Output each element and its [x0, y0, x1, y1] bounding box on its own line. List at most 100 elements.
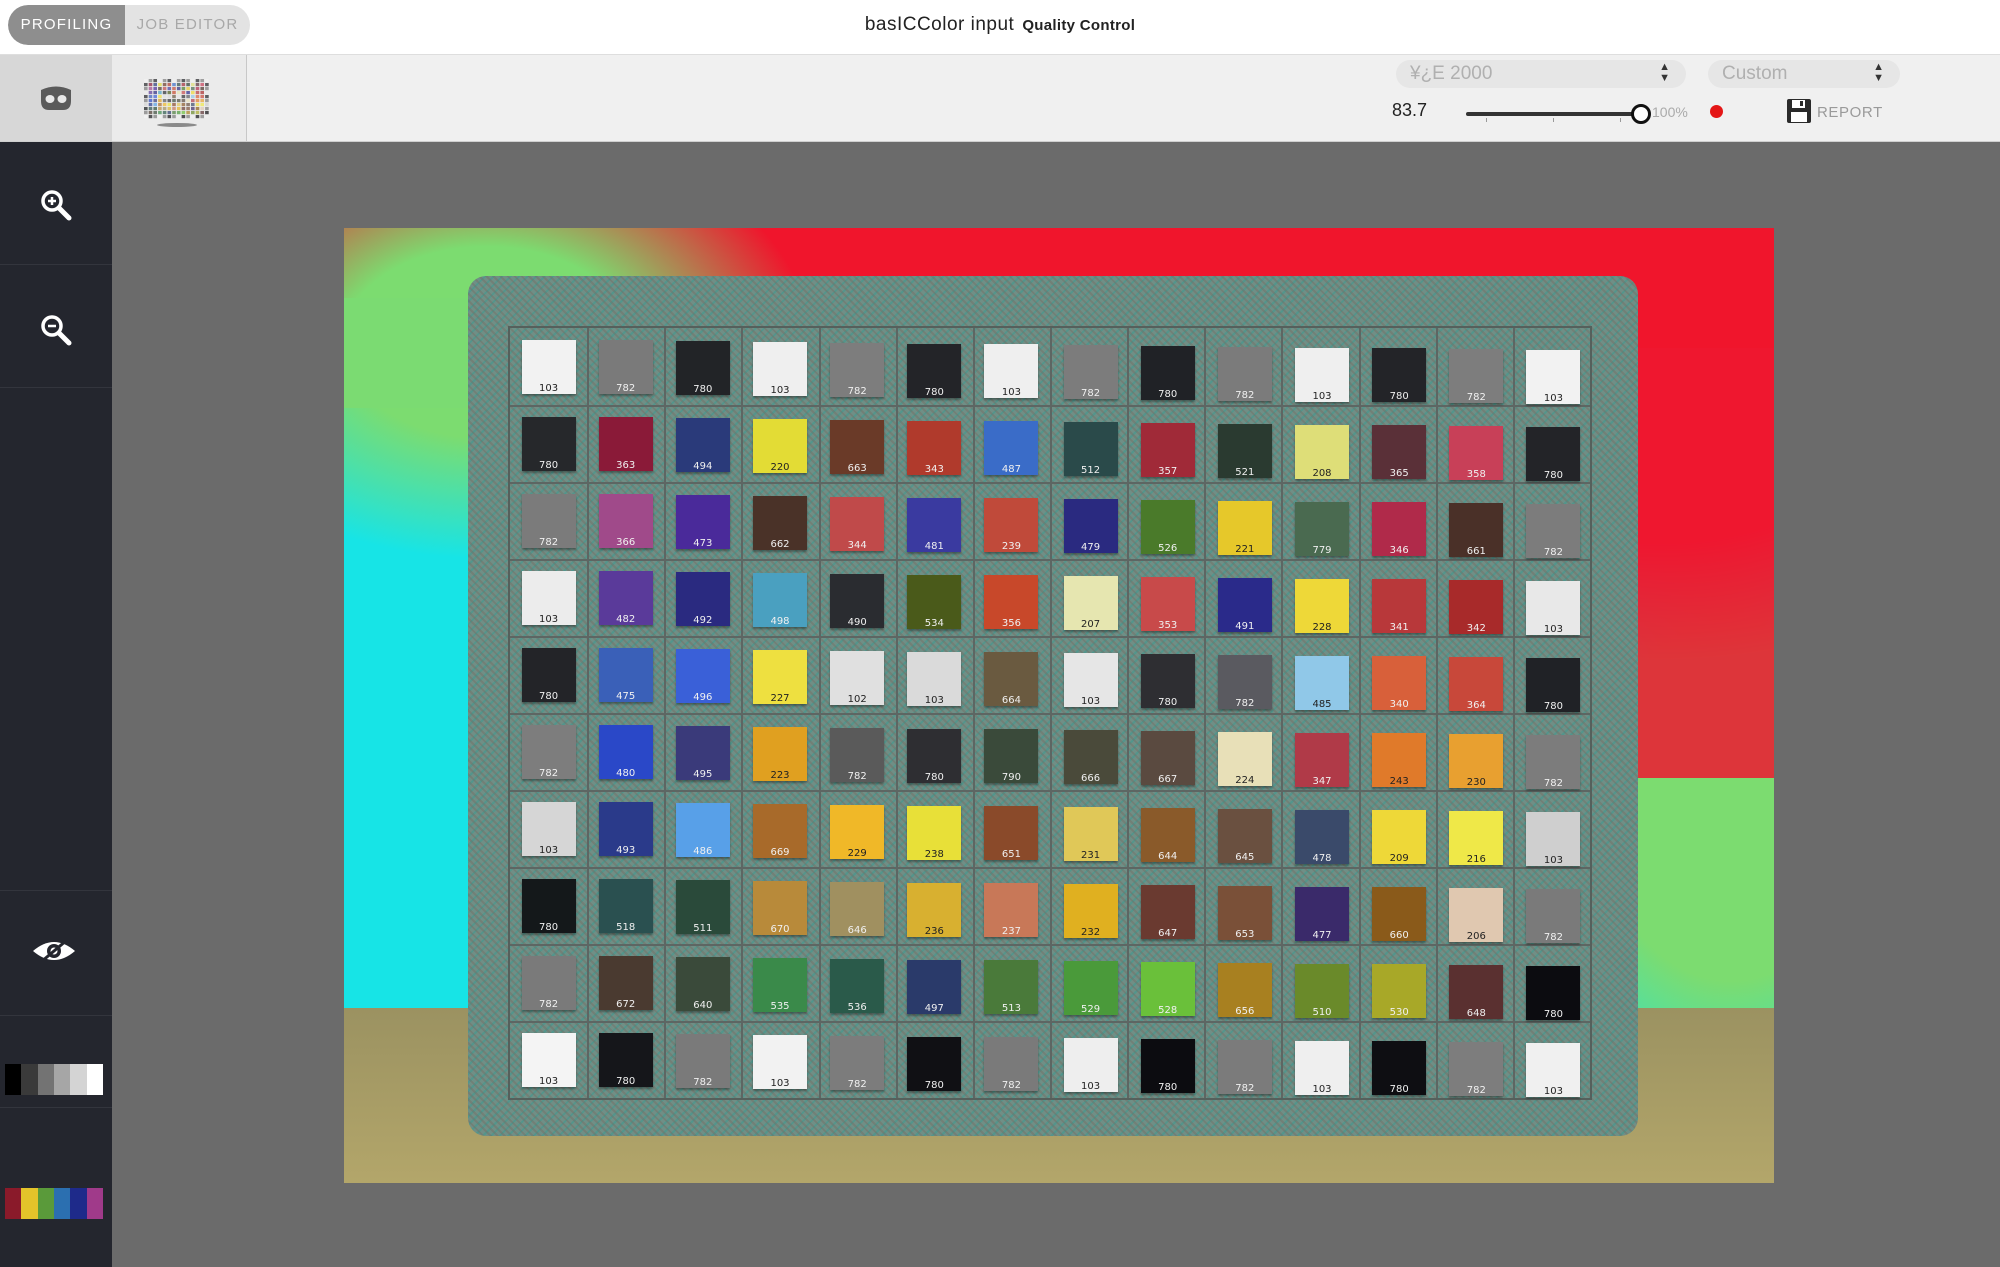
zoom-out-icon[interactable] — [38, 312, 74, 348]
color-patch[interactable]: 782 — [598, 340, 653, 395]
color-patch[interactable]: 490 — [830, 573, 885, 628]
color-patch[interactable]: 782 — [1449, 1042, 1504, 1097]
color-patch[interactable]: 780 — [907, 728, 962, 783]
color-patch[interactable]: 518 — [598, 879, 653, 934]
color-patch[interactable]: 510 — [1295, 963, 1349, 1018]
color-patch[interactable]: 530 — [1372, 964, 1427, 1019]
color-patch[interactable]: 103 — [753, 1034, 807, 1089]
color-patch[interactable]: 511 — [675, 880, 730, 935]
color-patch[interactable]: 481 — [907, 497, 962, 552]
color-patch[interactable]: 103 — [1526, 1042, 1581, 1097]
color-patch[interactable]: 228 — [1295, 578, 1349, 633]
color-patch[interactable]: 782 — [1217, 1039, 1272, 1094]
color-patch[interactable]: 206 — [1449, 888, 1504, 943]
color-patch[interactable]: 473 — [675, 495, 730, 550]
color-patch[interactable]: 342 — [1449, 580, 1504, 635]
color-patch[interactable]: 492 — [675, 572, 730, 627]
color-patch[interactable]: 229 — [830, 804, 885, 859]
color-patch[interactable]: 482 — [598, 571, 653, 626]
color-patch[interactable]: 487 — [984, 421, 1039, 476]
color-patch[interactable]: 780 — [1140, 653, 1195, 708]
color-patch[interactable]: 341 — [1372, 579, 1427, 634]
color-patch[interactable]: 782 — [1449, 349, 1504, 404]
color-patch[interactable]: 353 — [1140, 576, 1195, 631]
color-patch[interactable]: 357 — [1140, 422, 1195, 477]
color-patch[interactable]: 782 — [521, 493, 576, 548]
color-patch[interactable]: 780 — [675, 341, 730, 396]
color-patch[interactable]: 780 — [1140, 345, 1195, 400]
color-patch[interactable]: 479 — [1063, 499, 1118, 554]
color-patch[interactable]: 780 — [521, 647, 576, 702]
color-patch[interactable]: 480 — [598, 725, 653, 780]
color-patch[interactable]: 780 — [1526, 657, 1581, 712]
color-patch[interactable]: 782 — [521, 724, 576, 779]
color-patch[interactable]: 670 — [753, 880, 807, 935]
color-patch[interactable]: 782 — [1217, 654, 1272, 709]
grayscale-swatch-button[interactable] — [5, 1064, 103, 1095]
color-patch[interactable]: 358 — [1449, 426, 1504, 481]
color-patch[interactable]: 780 — [907, 343, 962, 398]
color-patch[interactable]: 651 — [984, 806, 1039, 861]
color-patch[interactable]: 780 — [1526, 965, 1581, 1020]
color-patch[interactable]: 535 — [753, 957, 807, 1012]
color-patch[interactable]: 238 — [907, 805, 962, 860]
color-patch[interactable]: 780 — [907, 1036, 962, 1091]
color-patch[interactable]: 243 — [1372, 733, 1427, 788]
color-patch[interactable]: 779 — [1295, 501, 1349, 556]
color-patch[interactable]: 653 — [1217, 885, 1272, 940]
color-patch[interactable]: 782 — [830, 727, 885, 782]
color-patch[interactable]: 780 — [1372, 348, 1427, 403]
color-patch[interactable]: 103 — [1295, 347, 1349, 402]
color-patch[interactable]: 346 — [1372, 502, 1427, 557]
color-patch[interactable]: 497 — [907, 959, 962, 1014]
color-patch[interactable]: 782 — [1217, 346, 1272, 401]
color-patch[interactable]: 103 — [521, 570, 576, 625]
color-patch[interactable]: 495 — [675, 726, 730, 781]
color-patch[interactable]: 526 — [1140, 499, 1195, 554]
color-patch[interactable]: 790 — [984, 729, 1039, 784]
color-patch[interactable]: 780 — [1140, 1038, 1195, 1093]
color-patch[interactable]: 364 — [1449, 657, 1504, 712]
color-patch[interactable]: 365 — [1372, 425, 1427, 480]
color-patch[interactable]: 513 — [984, 960, 1039, 1015]
color-patch[interactable]: 344 — [830, 496, 885, 551]
color-patch[interactable]: 223 — [753, 726, 807, 781]
color-patch[interactable]: 782 — [984, 1037, 1039, 1092]
color-patch[interactable]: 224 — [1217, 731, 1272, 786]
color-patch[interactable]: 477 — [1295, 886, 1349, 941]
view-mode-button[interactable] — [0, 55, 112, 141]
color-patch[interactable]: 661 — [1449, 503, 1504, 558]
color-patch[interactable]: 220 — [753, 418, 807, 473]
color-patch[interactable]: 528 — [1140, 961, 1195, 1016]
color-patch[interactable]: 103 — [1526, 349, 1581, 404]
color-patch[interactable]: 475 — [598, 648, 653, 703]
color-patch[interactable]: 664 — [984, 652, 1039, 707]
color-patch[interactable]: 103 — [984, 344, 1039, 399]
color-patch[interactable]: 782 — [830, 342, 885, 397]
color-patch[interactable]: 644 — [1140, 807, 1195, 862]
color-patch[interactable]: 666 — [1063, 730, 1118, 785]
color-patch[interactable]: 782 — [830, 1035, 885, 1090]
color-patch[interactable]: 780 — [1372, 1041, 1427, 1096]
color-patch[interactable]: 493 — [598, 802, 653, 857]
color-patch[interactable]: 780 — [521, 416, 576, 471]
color-patch[interactable]: 648 — [1449, 965, 1504, 1020]
color-patch[interactable]: 780 — [521, 878, 576, 933]
color-patch[interactable]: 103 — [1063, 1038, 1118, 1093]
color-patch[interactable]: 103 — [1295, 1040, 1349, 1095]
color-patch[interactable]: 486 — [675, 803, 730, 858]
color-patch[interactable]: 347 — [1295, 732, 1349, 787]
slider-handle[interactable] — [1631, 104, 1651, 124]
color-patch[interactable]: 103 — [521, 339, 576, 394]
color-patch[interactable]: 340 — [1372, 656, 1427, 711]
zoom-in-icon[interactable] — [38, 187, 74, 223]
color-patch[interactable]: 663 — [830, 419, 885, 474]
color-patch[interactable]: 236 — [907, 882, 962, 937]
color-patch[interactable]: 227 — [753, 649, 807, 704]
color-swatch-button[interactable] — [5, 1188, 103, 1219]
color-patch[interactable]: 536 — [830, 958, 885, 1013]
color-patch[interactable]: 662 — [753, 495, 807, 550]
color-patch[interactable]: 782 — [1526, 503, 1581, 558]
color-patch[interactable]: 231 — [1063, 807, 1118, 862]
color-patch[interactable]: 498 — [753, 572, 807, 627]
